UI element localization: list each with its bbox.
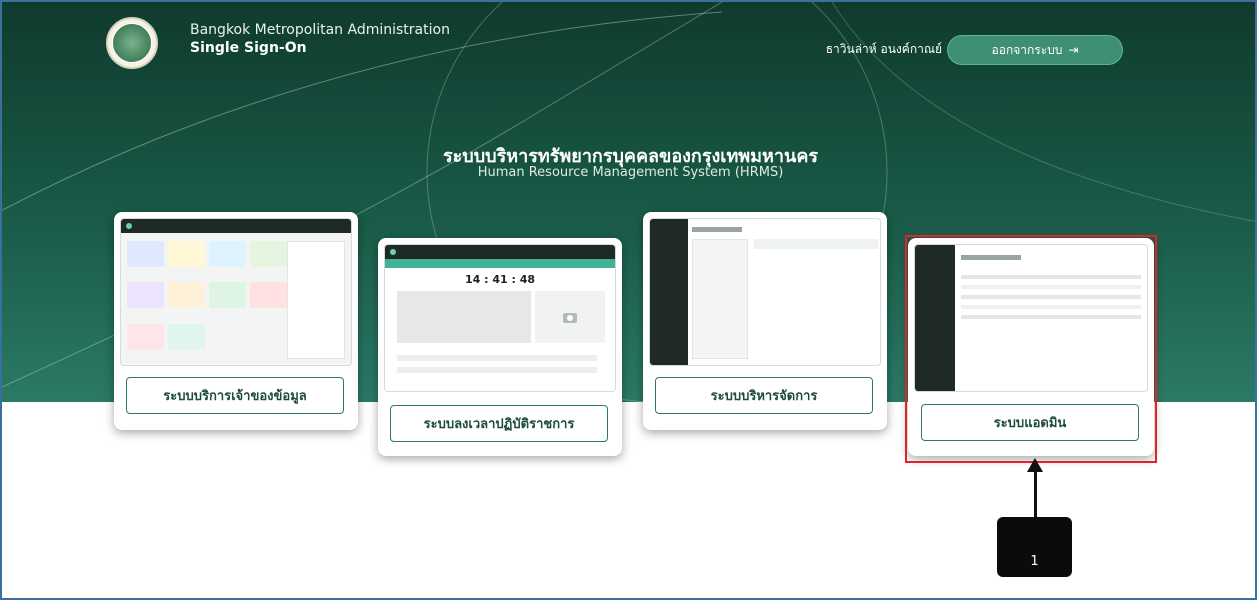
logout-label: ออกจากระบบ xyxy=(991,42,1063,57)
clock-display: 14 : 41 : 48 xyxy=(464,273,536,286)
bma-logo xyxy=(106,17,158,69)
logout-icon: ⇥ xyxy=(1068,43,1079,57)
org-name: Bangkok Metropolitan Administration xyxy=(190,22,450,38)
user-name: ธาวินล่าห์ อนงค์กาณย์ xyxy=(825,42,942,56)
card-management[interactable]: ระบบบริหารจัดการ xyxy=(643,212,887,430)
arrow-line xyxy=(1034,470,1037,518)
owner-service-button[interactable]: ระบบบริการเจ้าของข้อมูล xyxy=(126,377,344,414)
logout-button[interactable]: ออกจากระบบ ⇥ xyxy=(947,35,1123,65)
highlight-box xyxy=(905,235,1157,463)
page-subtitle: Human Resource Management System (HRMS) xyxy=(477,165,784,180)
callout-number: 1 xyxy=(997,517,1072,577)
preview-management xyxy=(649,218,881,366)
page-frame: Bangkok Metropolitan Administration Sing… xyxy=(0,0,1257,600)
preview-owner-service xyxy=(120,218,352,366)
card-time-attendance[interactable]: 14 : 41 : 48 ระบบลงเวลาปฏิบัติราชการ xyxy=(378,238,622,456)
sso-title: Single Sign-On xyxy=(190,40,307,56)
time-attendance-button[interactable]: ระบบลงเวลาปฏิบัติราชการ xyxy=(390,405,608,442)
camera-icon xyxy=(563,313,577,323)
preview-time-attendance: 14 : 41 : 48 xyxy=(384,244,616,392)
card-owner-service[interactable]: ระบบบริการเจ้าของข้อมูล xyxy=(114,212,358,430)
management-button[interactable]: ระบบบริหารจัดการ xyxy=(655,377,873,414)
